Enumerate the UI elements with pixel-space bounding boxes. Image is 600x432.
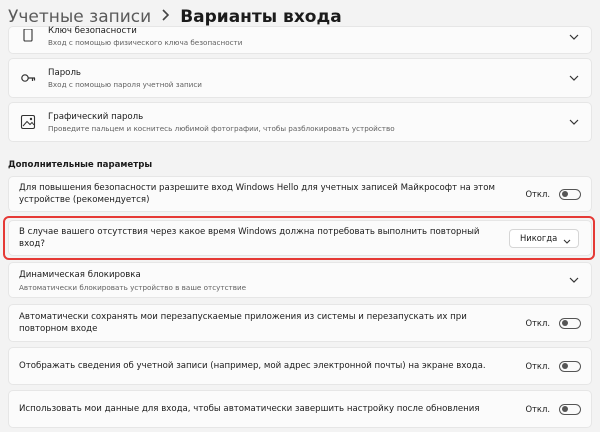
dynamic-lock-title: Динамическая блокировка bbox=[19, 269, 141, 280]
chevron-down-icon[interactable] bbox=[567, 34, 581, 40]
use-signin-info-state: Откл. bbox=[525, 404, 550, 414]
password-subtitle: Вход с помощью пароля учетной записи bbox=[48, 79, 202, 89]
require-signin-dropdown[interactable]: Никогда bbox=[509, 228, 579, 248]
password-title: Пароль bbox=[48, 67, 81, 78]
use-signin-info-toggle[interactable] bbox=[559, 403, 581, 415]
require-signin-card: В случае вашего отсутствия через какое в… bbox=[8, 220, 592, 256]
hello-only-toggle[interactable] bbox=[559, 188, 581, 200]
chevron-down-icon[interactable] bbox=[567, 277, 581, 283]
page-title: Варианты входа bbox=[180, 7, 342, 27]
picture-password-title: Графический пароль bbox=[48, 111, 144, 122]
hello-only-card: Для повышения безопасности разрешите вхо… bbox=[8, 176, 592, 212]
show-account-text: Отображать сведения об учетной записи (н… bbox=[19, 361, 486, 371]
chevron-down-icon[interactable] bbox=[567, 119, 581, 125]
show-account-state: Откл. bbox=[525, 361, 550, 371]
hello-only-state: Откл. bbox=[525, 189, 550, 199]
security-key-title: Ключ безопасности bbox=[48, 25, 137, 36]
picture-password-card[interactable]: Графический пароль Проведите пальцем и к… bbox=[8, 102, 592, 142]
security-key-card[interactable]: Ключ безопасности Вход с помощью физичес… bbox=[8, 26, 592, 54]
security-key-subtitle: Вход с помощью физического ключа безопас… bbox=[48, 37, 243, 47]
use-signin-info-card: Использовать мои данные для входа, чтобы… bbox=[8, 390, 592, 428]
breadcrumb-parent[interactable]: Учетные записи bbox=[8, 7, 151, 27]
restart-apps-text: Автоматически сохранять мои перезапускае… bbox=[19, 312, 467, 334]
show-account-card: Отображать сведения об учетной записи (н… bbox=[8, 347, 592, 385]
restart-apps-state: Откл. bbox=[525, 318, 550, 328]
use-signin-info-text: Использовать мои данные для входа, чтобы… bbox=[19, 404, 480, 414]
dynamic-lock-subtitle: Автоматически блокировать устройство в в… bbox=[19, 282, 247, 292]
restart-apps-toggle[interactable] bbox=[559, 317, 581, 329]
password-card[interactable]: Пароль Вход с помощью пароля учетной зап… bbox=[8, 58, 592, 98]
key-icon bbox=[19, 69, 37, 87]
chevron-down-icon bbox=[563, 229, 571, 248]
show-account-toggle[interactable] bbox=[559, 360, 581, 372]
dynamic-lock-card[interactable]: Динамическая блокировка Автоматически бл… bbox=[8, 262, 592, 298]
section-title: Дополнительные параметры bbox=[8, 160, 153, 170]
chevron-right-icon bbox=[161, 9, 170, 25]
picture-icon bbox=[19, 113, 37, 131]
require-signin-text: В случае вашего отсутствия через какое в… bbox=[19, 227, 480, 249]
chevron-down-icon[interactable] bbox=[567, 75, 581, 81]
usb-key-icon bbox=[19, 27, 37, 45]
hello-only-text: Для повышения безопасности разрешите вхо… bbox=[19, 183, 495, 205]
dropdown-value: Никогда bbox=[520, 233, 558, 243]
picture-password-subtitle: Проведите пальцем и коснитесь любимой фо… bbox=[48, 123, 395, 133]
restart-apps-card: Автоматически сохранять мои перезапускае… bbox=[8, 304, 592, 342]
